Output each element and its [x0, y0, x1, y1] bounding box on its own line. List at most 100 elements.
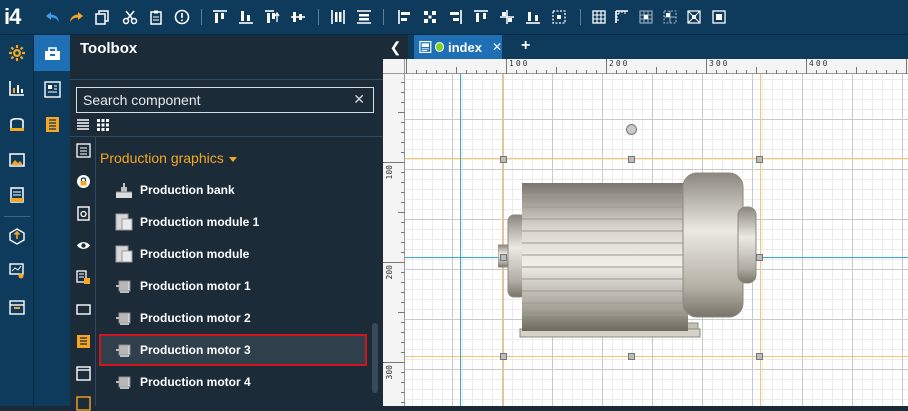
component-item[interactable]: Production module [99, 238, 367, 270]
archive-icon[interactable] [7, 297, 27, 317]
production-bank-icon [114, 180, 134, 200]
horizontal-ruler: 100200300400500 [405, 59, 908, 74]
motor-icon [114, 340, 134, 360]
motor-icon [114, 308, 134, 328]
distribute-vertical-icon[interactable] [355, 8, 373, 26]
resize-handle[interactable] [628, 353, 635, 360]
production-module-icon [114, 244, 134, 264]
align-left-icon[interactable] [396, 8, 414, 26]
paste-icon[interactable] [147, 8, 165, 26]
distribute-horizontal-icon[interactable] [329, 8, 347, 26]
snap-objects-icon[interactable] [661, 8, 679, 26]
component-item[interactable]: Production motor 1 [99, 270, 367, 302]
grid-icon[interactable] [590, 8, 608, 26]
center-both-icon[interactable] [498, 8, 516, 26]
ruler-label: 200 [385, 265, 394, 280]
device-icon[interactable] [7, 114, 27, 134]
clipboard-icon[interactable] [75, 269, 91, 285]
align-right-icon[interactable] [446, 8, 464, 26]
toolbox-tab[interactable] [34, 35, 70, 71]
motor-icon [114, 276, 134, 296]
app-logo: i4 [4, 4, 21, 29]
component-item[interactable]: Production bank [99, 174, 367, 206]
ruler-icon[interactable] [613, 8, 631, 26]
production-motor-graphic[interactable] [498, 167, 768, 349]
panel-icon[interactable] [75, 365, 91, 381]
align-bottom-edge-icon[interactable] [524, 8, 542, 26]
document-icon[interactable] [7, 185, 27, 205]
ruler-tick [398, 112, 405, 113]
ruler-tick [556, 67, 557, 74]
ruler-tick [706, 59, 707, 74]
rotate-handle[interactable] [626, 124, 637, 135]
ruler-tick [806, 59, 807, 74]
resize-handle[interactable] [628, 156, 635, 163]
image-icon[interactable] [7, 150, 27, 170]
eye-icon[interactable] [75, 237, 91, 253]
tab-index[interactable]: index ✕ [414, 35, 502, 59]
guide-line[interactable] [460, 74, 461, 406]
ruler-tick [383, 162, 405, 163]
component-item[interactable]: Production module 1 [99, 206, 367, 238]
resize-handle[interactable] [500, 254, 507, 261]
guide-line[interactable] [405, 356, 908, 357]
pages-icon[interactable] [43, 115, 61, 133]
group-header[interactable]: Production graphics [100, 150, 237, 166]
window-icon[interactable] [75, 301, 91, 317]
component-item[interactable]: Production motor 2 [99, 302, 367, 334]
monitor-settings-icon[interactable] [7, 261, 27, 281]
resize-handle[interactable] [500, 156, 507, 163]
category-list-icon[interactable] [75, 142, 91, 158]
package-upload-icon[interactable] [7, 226, 27, 246]
ruler-label: 300 [385, 365, 394, 380]
redo-icon[interactable] [67, 8, 85, 26]
snap-grid-icon[interactable] [637, 8, 655, 26]
component-item[interactable]: Production motor 4 [99, 366, 367, 398]
clear-search-icon[interactable]: ✕ [353, 91, 365, 108]
toolbar-separator [201, 9, 202, 25]
align-top-icon[interactable] [211, 8, 229, 26]
widgets-icon[interactable] [43, 80, 61, 98]
design-canvas[interactable]: 100200300400500 100200300 [383, 59, 908, 406]
align-bottom-icon[interactable] [237, 8, 255, 26]
send-backward-icon[interactable] [263, 8, 281, 26]
grid-view-icon[interactable] [96, 118, 110, 132]
ruler-tick [398, 212, 405, 213]
align-top-edge-icon[interactable] [472, 8, 490, 26]
left-nav-rail [0, 35, 34, 406]
resize-handle[interactable] [500, 353, 507, 360]
list-view-icon[interactable] [76, 118, 90, 132]
component-item-selected[interactable]: Production motor 3 [99, 334, 367, 366]
guides-icon[interactable] [685, 8, 703, 26]
scrollbar[interactable] [372, 323, 378, 393]
align-middle-icon[interactable] [289, 8, 307, 26]
resize-handle[interactable] [756, 353, 763, 360]
duplicate-icon[interactable] [93, 8, 111, 26]
panel-switcher [34, 35, 70, 406]
cut-icon[interactable] [121, 8, 139, 26]
close-icon[interactable]: ✕ [492, 40, 502, 54]
component-label: Production module [140, 247, 250, 261]
component-label: Production motor 3 [140, 343, 251, 357]
search-input[interactable] [77, 88, 347, 112]
info-icon[interactable] [173, 8, 191, 26]
chart-icon[interactable] [7, 78, 27, 98]
status-dot [434, 42, 444, 52]
lock-icon[interactable] [75, 173, 91, 189]
settings-gear-icon[interactable] [7, 43, 27, 63]
resize-handle[interactable] [756, 254, 763, 261]
ruler-tick [406, 59, 407, 74]
guide-line[interactable] [405, 158, 908, 159]
add-tab-icon[interactable]: + [521, 37, 530, 55]
align-center-icon[interactable] [421, 8, 439, 26]
resize-handle[interactable] [756, 156, 763, 163]
toolbar-separator [318, 9, 319, 25]
misc-icon[interactable] [75, 395, 91, 411]
undo-icon[interactable] [44, 8, 62, 26]
page-edit-icon[interactable] [75, 205, 91, 221]
fit-selection-icon[interactable] [550, 8, 568, 26]
chevron-left-icon[interactable]: ❮ [383, 35, 408, 59]
component-label: Production motor 1 [140, 279, 251, 293]
form-icon[interactable] [75, 333, 91, 349]
zoom-fit-icon[interactable] [710, 8, 728, 26]
